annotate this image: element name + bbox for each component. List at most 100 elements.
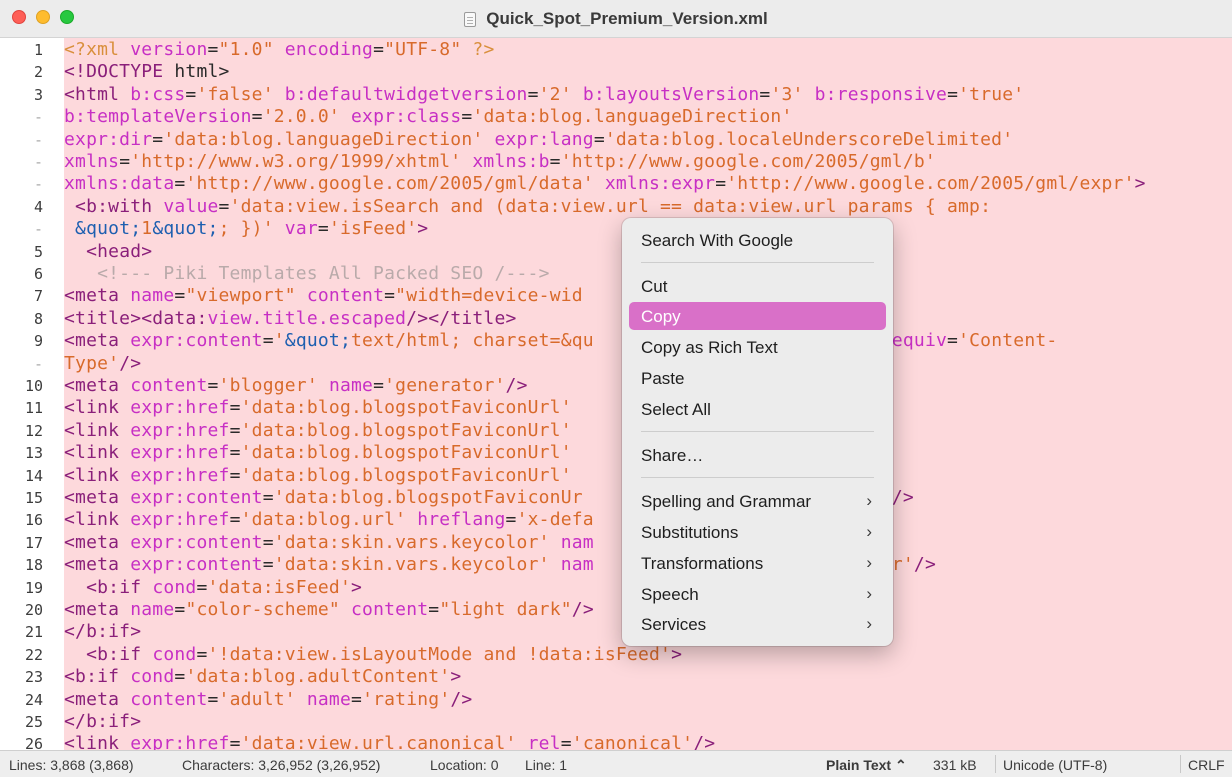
line-number: 8: [33, 309, 43, 328]
code-text: <meta content='blogger' name='generator'…: [64, 375, 528, 397]
code-text: xmlns='http://www.w3.org/1999/xhtml' xml…: [64, 151, 936, 173]
code-token: =: [527, 83, 539, 105]
menu-item-paste[interactable]: Paste: [629, 364, 886, 392]
menu-item-spelling-and-grammar[interactable]: Spelling and Grammar ›: [629, 487, 886, 515]
menu-item-search-with-google[interactable]: Search With Google: [629, 226, 886, 254]
code-token: 'blogger': [218, 375, 318, 396]
code-token: 'data:blog.localeUnderscoreDelimited': [604, 128, 1014, 150]
line-number: 15: [24, 489, 43, 507]
menu-item-transformations[interactable]: Transformations ›: [629, 549, 886, 577]
code-token: 'data:skin.vars.keycolor': [273, 531, 550, 553]
code-token: content: [130, 375, 208, 396]
code-token: />: [571, 599, 594, 620]
code-line: - &quot;1&quot;; })' var='isFeed'>: [0, 218, 1232, 240]
status-separator: [995, 755, 996, 773]
syntax-mode-selector[interactable]: Plain Text ⌃: [826, 757, 907, 774]
code-token: >: [351, 576, 363, 598]
file-size: 331 kB: [933, 757, 977, 773]
line-number: 11: [24, 399, 43, 418]
code-token: b:css: [130, 83, 186, 105]
line-ending-selector[interactable]: CRLF: [1188, 757, 1225, 773]
code-token: <meta: [64, 688, 131, 710]
line-number: 25: [24, 713, 43, 731]
code-text: </b:if>: [64, 621, 141, 643]
code-token: 'data:blog.languageDirection': [472, 106, 793, 128]
code-token: name: [130, 285, 175, 307]
code-token: =: [262, 554, 274, 576]
code-token: "color-scheme": [185, 599, 340, 620]
menu-separator: [641, 431, 874, 432]
menu-item-copy-as-rich-text[interactable]: Copy as Rich Text: [629, 333, 886, 361]
code-token: =: [119, 151, 131, 172]
document-icon[interactable]: [464, 11, 477, 27]
code-token: =: [196, 576, 208, 598]
code-token: '2': [538, 83, 572, 105]
line-number: 22: [24, 645, 43, 664]
code-token: '2.0.0': [262, 106, 340, 128]
menu-item-substitutions[interactable]: Substitutions ›: [629, 518, 886, 546]
menu-item-select-all[interactable]: Select All: [629, 395, 886, 423]
code-token: <link: [64, 397, 131, 419]
code-token: <link: [64, 442, 131, 464]
code-text: <head>: [64, 241, 152, 263]
code-text: <b:if cond='!data:view.isLayoutMode and …: [64, 644, 682, 666]
menu-item-services[interactable]: Services ›: [629, 610, 886, 638]
code-token: cond: [152, 576, 197, 598]
code-line: 15 <meta expr:content='data:blog.blogspot…: [0, 487, 1232, 509]
code-token: 'data:view.isSearch and (data:view.url =…: [229, 195, 992, 217]
code-token: />: [693, 733, 716, 750]
code-token: cond: [130, 666, 175, 688]
code-token: cond: [152, 643, 197, 665]
code-token: version: [130, 39, 208, 60]
code-line: 21 </b:if>: [0, 621, 1232, 643]
code-line: 2 <!DOCTYPE html>: [0, 61, 1232, 83]
code-token: <?xml: [64, 39, 131, 60]
code-token: <link: [64, 509, 131, 531]
chevron-right-icon: ›: [866, 491, 872, 510]
line-number: -: [33, 220, 43, 239]
code-token: 'http://www.google.com/2005/gml/expr': [726, 173, 1135, 195]
code-line: 10 <meta content='blogger' name='generato…: [0, 375, 1232, 397]
line-number: 18: [24, 556, 43, 575]
chevron-right-icon: ›: [866, 614, 872, 633]
code-text: <?xml version="1.0" encoding="UTF-8" ?>: [64, 39, 495, 61]
encoding-selector[interactable]: Unicode (UTF-8): [1003, 757, 1107, 773]
code-token: =: [152, 128, 164, 150]
menu-item-cut[interactable]: Cut: [629, 272, 886, 300]
code-text: xmlns:data= 'http://www.google.com/2005/g…: [64, 173, 1146, 195]
code-text: <!DOCTYPE html>: [64, 61, 230, 83]
code-token: expr:href: [130, 464, 230, 486]
code-token: expr:href: [130, 733, 230, 750]
code-token: <meta: [64, 285, 131, 307]
code-token: "light dark": [439, 599, 572, 620]
code-token: 'http://www.google.com/2005/gml/b': [560, 151, 936, 172]
menu-item-copy[interactable]: Copy: [629, 302, 886, 330]
code-token: <b:with: [75, 195, 164, 217]
code-token: =: [207, 688, 219, 710]
code-token: =: [174, 173, 186, 195]
code-token: >: [450, 666, 462, 688]
code-line: 19 <b:if cond='data:isFeed'>: [0, 577, 1232, 599]
line-number: 5: [33, 242, 43, 261]
code-token: 1: [141, 218, 153, 240]
code-token: <head>: [86, 240, 153, 262]
code-token: nam: [560, 554, 594, 576]
menu-item-speech[interactable]: Speech ›: [629, 580, 886, 608]
code-token: xmlns:data: [64, 173, 175, 195]
code-token: expr:content: [130, 531, 263, 553]
code-token: expr:href: [130, 397, 230, 419]
window-title-group: Quick_Spot_Premium_Version.xml: [0, 0, 1232, 38]
code-token: name: [130, 599, 175, 620]
code-token: =: [560, 733, 572, 750]
code-line: 7 <meta name="viewport" content="width=de…: [0, 285, 1232, 307]
code-editor[interactable]: 1 <?xml version="1.0" encoding="UTF-8" ?>…: [0, 38, 1232, 750]
code-token: name: [328, 375, 374, 396]
menu-item-share[interactable]: Share…: [629, 441, 886, 469]
